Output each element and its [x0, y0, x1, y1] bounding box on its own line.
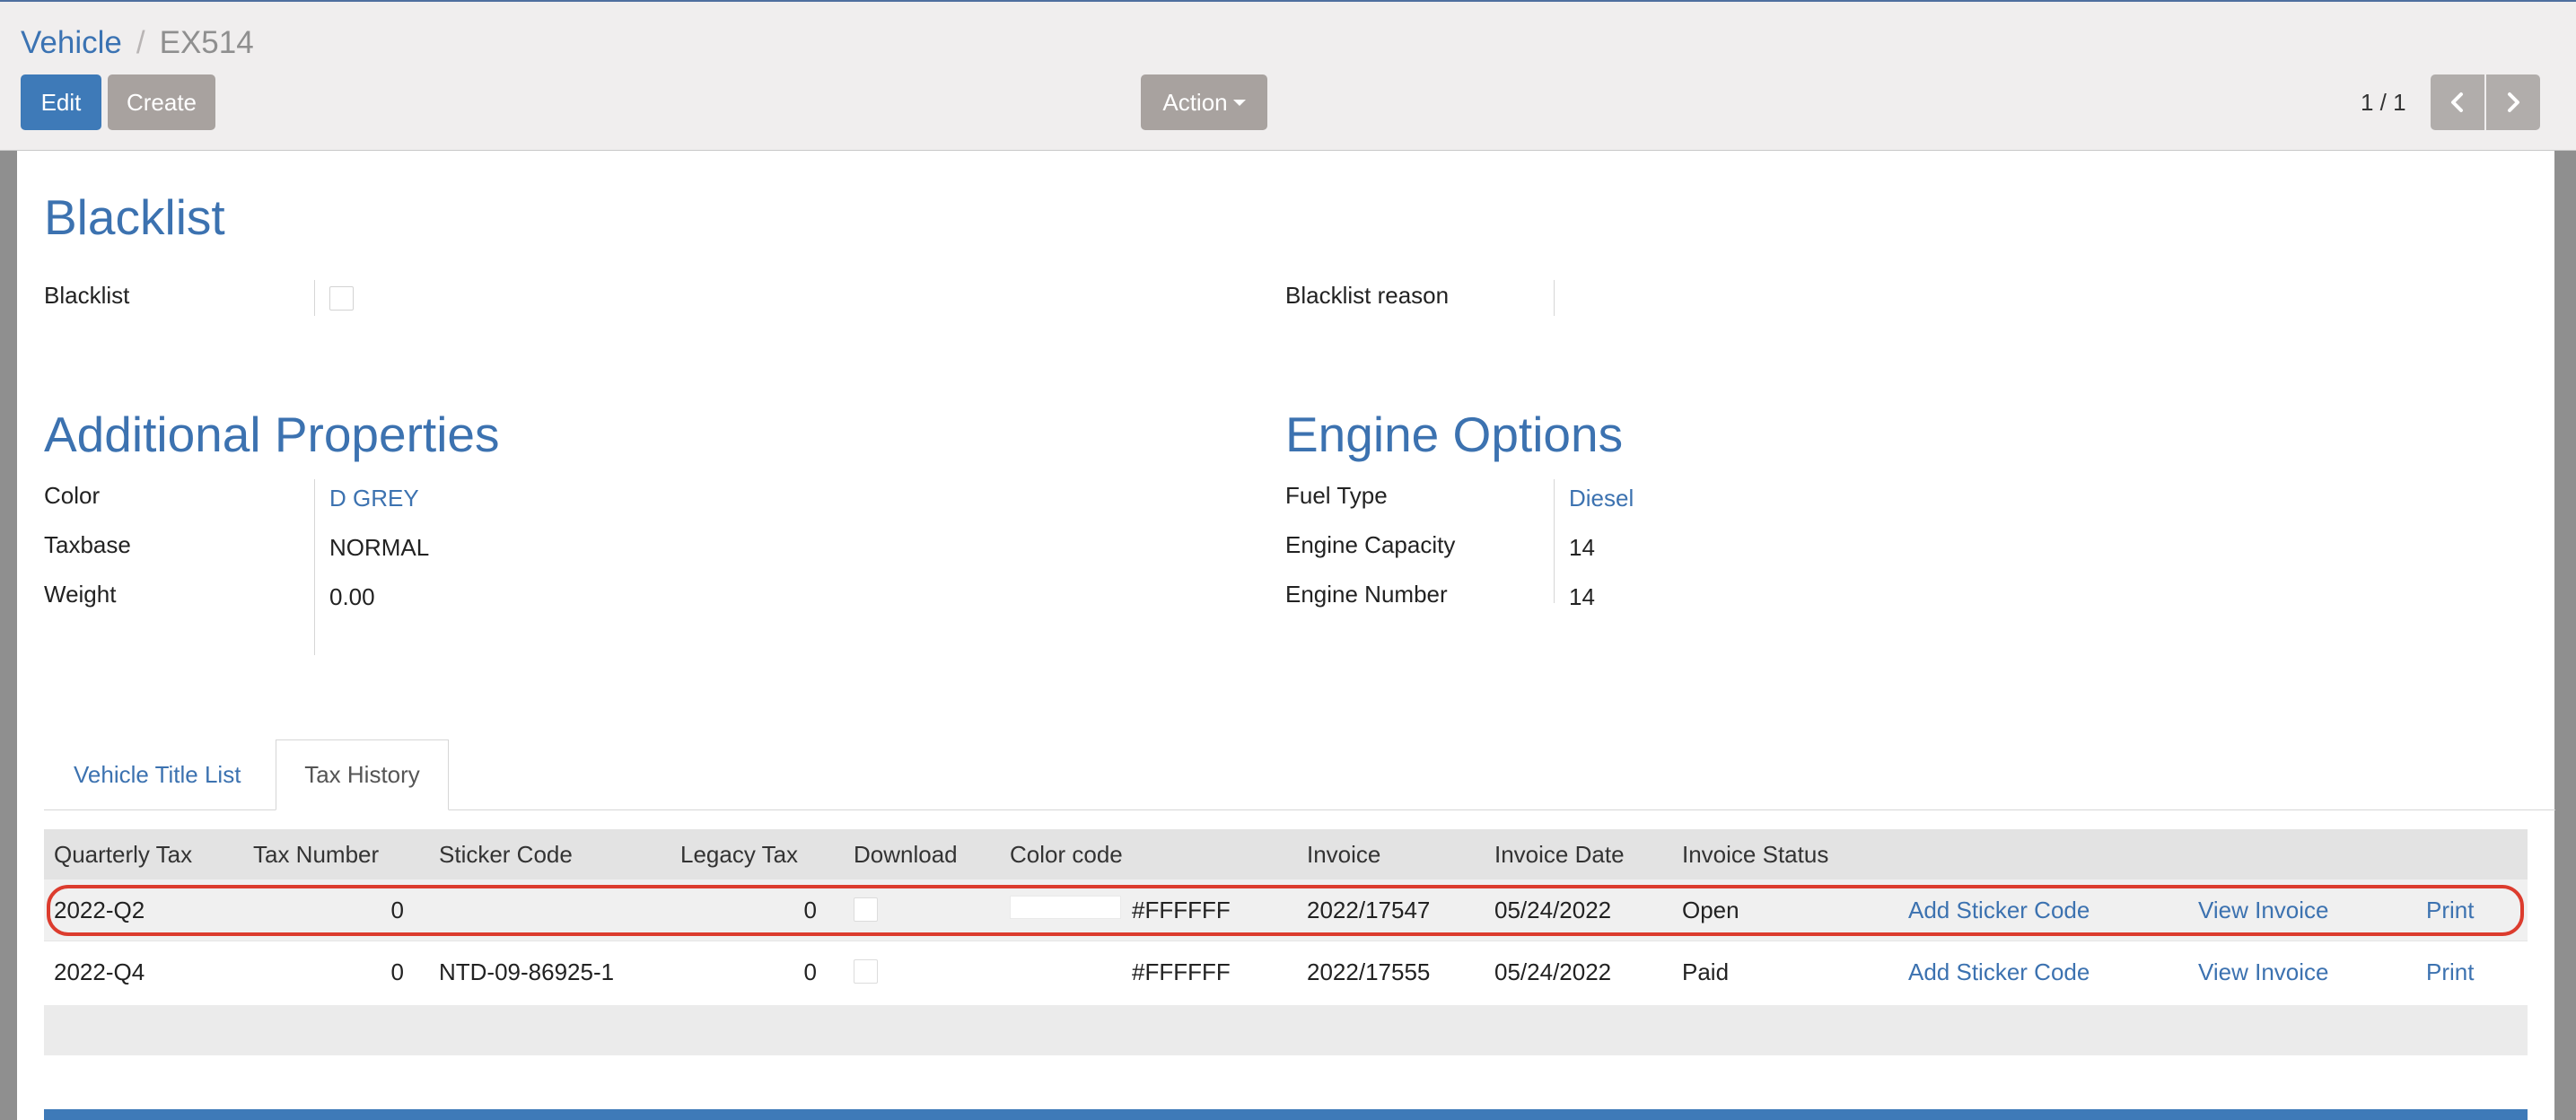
fuel-type-label: Fuel Type [1285, 482, 1388, 509]
engine-number-label: Engine Number [1285, 581, 1448, 608]
breadcrumb-separator: / [136, 25, 145, 60]
additional-properties-title: Additional Properties [44, 407, 500, 462]
edit-button[interactable]: Edit [21, 74, 101, 130]
column-header-quarterly-tax[interactable]: Quarterly Tax [54, 829, 192, 879]
column-header-color-code[interactable]: Color code [1010, 829, 1123, 879]
create-button[interactable]: Create [108, 74, 215, 130]
cell-legacy-tax: 0 [803, 958, 817, 985]
column-header-invoice-status[interactable]: Invoice Status [1682, 829, 1828, 879]
table-row[interactable]: 2022-Q4 0 NTD-09-86925-1 0 #FFFFFF 2022/… [44, 941, 2528, 1002]
cell-quarterly-tax: 2022-Q2 [54, 897, 145, 923]
view-invoice-button[interactable]: View Invoice [2198, 941, 2329, 1002]
breadcrumb-current: EX514 [159, 25, 254, 60]
tax-table-header: Quarterly Tax Tax Number Sticker Code Le… [44, 829, 2528, 879]
chevron-right-icon [2508, 92, 2519, 112]
print-button[interactable]: Print [2426, 941, 2474, 1002]
engine-number-value: 14 [1569, 583, 1595, 610]
cell-download-checkbox[interactable] [854, 959, 878, 984]
form-view-background: Blacklist Blacklist Blacklist reason Add… [0, 151, 2576, 1120]
cell-invoice: 2022/17547 [1307, 897, 1431, 923]
cell-download-checkbox[interactable] [854, 897, 878, 922]
print-button[interactable]: Print [2426, 879, 2474, 941]
cell-invoice-date: 05/24/2022 [1494, 897, 1612, 923]
table-row[interactable]: 2022-Q2 0 0 #FFFFFF 2022/17547 05/24/202… [44, 879, 2528, 941]
pager-previous-button[interactable] [2431, 74, 2484, 130]
column-header-invoice-date[interactable]: Invoice Date [1494, 829, 1625, 879]
column-header-invoice[interactable]: Invoice [1307, 829, 1380, 879]
column-header-download[interactable]: Download [854, 829, 958, 879]
chatter-top-bar [44, 1109, 2528, 1120]
tab-vehicle-title-list[interactable]: Vehicle Title List [74, 761, 241, 789]
cell-invoice-status: Paid [1682, 958, 1730, 985]
weight-value: 0.00 [329, 583, 375, 610]
column-header-tax-number[interactable]: Tax Number [253, 829, 379, 879]
field-divider [1554, 280, 1555, 316]
cell-sticker-code: NTD-09-86925-1 [439, 958, 615, 985]
form-sheet: Blacklist Blacklist Blacklist reason Add… [17, 151, 2555, 1120]
blacklist-label: Blacklist [44, 282, 130, 309]
blacklist-reason-label: Blacklist reason [1285, 282, 1450, 309]
field-divider [314, 479, 315, 655]
pager-next-button[interactable] [2486, 74, 2540, 130]
breadcrumb: Vehicle / EX514 [21, 22, 254, 65]
cell-color-code: #FFFFFF [1132, 897, 1231, 923]
taxbase-label: Taxbase [44, 531, 131, 558]
breadcrumb-vehicle-link[interactable]: Vehicle [21, 25, 122, 60]
add-sticker-code-button[interactable]: Add Sticker Code [1908, 941, 2090, 1002]
cell-legacy-tax: 0 [803, 897, 817, 923]
cell-invoice: 2022/17555 [1307, 958, 1431, 985]
cell-quarterly-tax: 2022-Q4 [54, 958, 145, 985]
cell-tax-number: 0 [390, 897, 404, 923]
action-label: Action [1162, 89, 1228, 116]
taxbase-value: NORMAL [329, 534, 430, 561]
field-divider [314, 280, 315, 316]
cell-invoice-status: Open [1682, 897, 1739, 923]
add-sticker-code-button[interactable]: Add Sticker Code [1908, 879, 2090, 941]
field-divider [1554, 479, 1555, 603]
pager-value[interactable]: 1 / 1 [2361, 85, 2406, 119]
engine-capacity-value: 14 [1569, 534, 1595, 561]
tab-tax-history[interactable]: Tax History [276, 739, 449, 810]
blacklist-checkbox[interactable] [329, 286, 354, 311]
column-header-legacy-tax[interactable]: Legacy Tax [680, 829, 798, 879]
table-footer [44, 1005, 2528, 1055]
cell-color-code: #FFFFFF [1132, 958, 1231, 985]
color-value-link[interactable]: D GREY [329, 485, 419, 512]
cell-tax-number: 0 [390, 958, 404, 985]
view-invoice-button[interactable]: View Invoice [2198, 879, 2329, 941]
engine-options-title: Engine Options [1285, 407, 1624, 462]
color-label: Color [44, 482, 101, 509]
cell-invoice-date: 05/24/2022 [1494, 958, 1612, 985]
action-dropdown-button[interactable]: Action [1141, 74, 1267, 130]
caret-down-icon [1232, 100, 1246, 107]
fuel-type-value-link[interactable]: Diesel [1569, 485, 1634, 512]
engine-capacity-label: Engine Capacity [1285, 531, 1456, 558]
chevron-left-icon [2451, 92, 2463, 112]
color-swatch [1010, 896, 1121, 919]
column-header-sticker-code[interactable]: Sticker Code [439, 829, 573, 879]
blacklist-section-title: Blacklist [44, 189, 225, 245]
control-panel: Vehicle / EX514 Edit Create Action 1 / 1 [0, 2, 2576, 151]
weight-label: Weight [44, 581, 117, 608]
